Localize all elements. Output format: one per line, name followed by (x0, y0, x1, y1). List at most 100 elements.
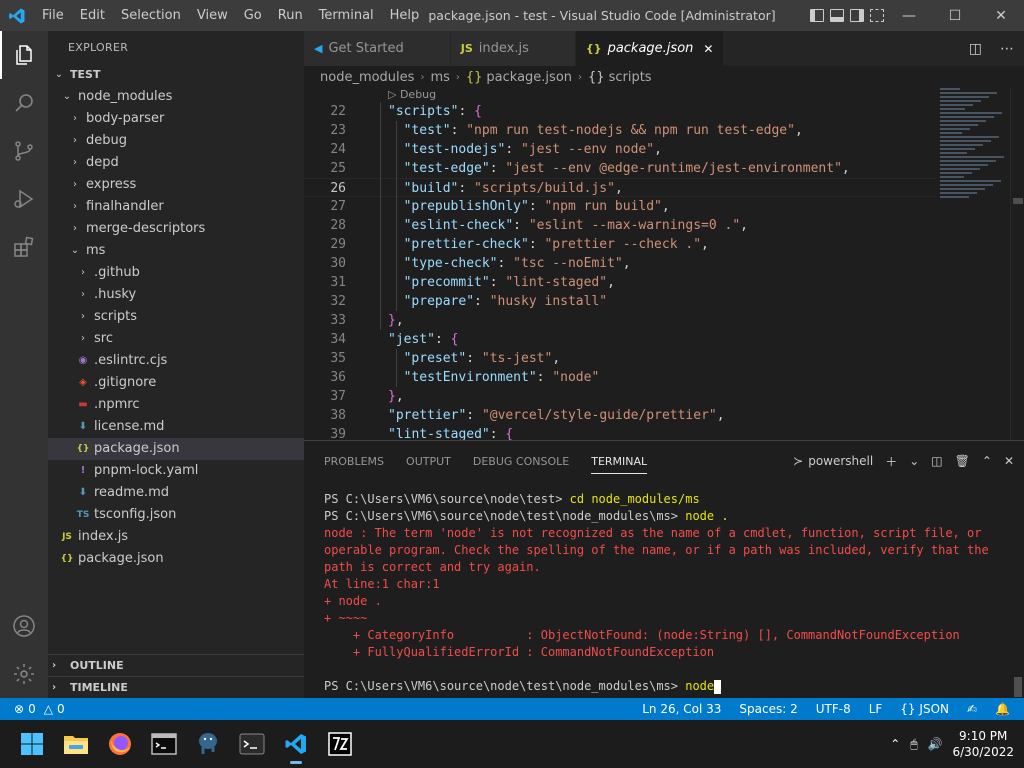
tree-item[interactable]: ⌄ ms (48, 240, 304, 262)
explorer-icon[interactable] (0, 31, 48, 79)
windows-start-icon[interactable] (10, 722, 54, 766)
network-icon[interactable]: 🖱 (910, 737, 917, 752)
tree-item[interactable]: ◉ .eslintrc.cjs (48, 350, 304, 372)
manage-gear-icon[interactable] (0, 650, 48, 698)
tree-item[interactable]: › .github (48, 262, 304, 284)
show-hidden-icons-icon[interactable]: ⌃ (890, 737, 900, 751)
indentation[interactable]: Spaces: 2 (739, 702, 797, 716)
problems-status[interactable]: ⊗ 0 △ 0 (0, 702, 65, 716)
tab-index-js[interactable]: JS index.js (450, 31, 576, 66)
outline-section[interactable]: › OUTLINE (48, 654, 304, 676)
json-icon: {} (465, 69, 483, 85)
terminal-output[interactable]: PS C:\Users\VM6\source\node\test> cd nod… (324, 491, 1004, 695)
scrollbar-thumb[interactable] (1013, 198, 1023, 204)
tree-item[interactable]: › finalhandler (48, 196, 304, 218)
tree-item[interactable]: › merge-descriptors (48, 218, 304, 240)
toggle-secondary-sidebar-icon[interactable] (850, 9, 864, 22)
activity-bar (0, 31, 48, 698)
tab-package-json[interactable]: {} package.json ✕ (575, 31, 725, 66)
maximize-button[interactable]: ☐ (932, 0, 978, 31)
postgresql-icon[interactable] (186, 722, 230, 766)
terminal-app-icon[interactable] (230, 722, 274, 766)
new-terminal-icon[interactable]: ＋ (885, 453, 897, 470)
workspace-root[interactable]: ⌄ TEST (48, 64, 304, 86)
source-control-icon[interactable] (0, 127, 48, 175)
tree-item[interactable]: › scripts (48, 306, 304, 328)
toggle-sidebar-icon[interactable] (810, 9, 824, 22)
tree-item[interactable]: JS index.js (48, 526, 304, 548)
split-terminal-icon[interactable]: ◫ (931, 454, 942, 468)
timeline-section[interactable]: › TIMELINE (48, 676, 304, 698)
menu-file[interactable]: File (34, 0, 72, 31)
chevron-down-icon[interactable]: ⌄ (909, 454, 919, 468)
json-value: "prettier --check ." (544, 237, 702, 252)
toggle-panel-icon[interactable] (830, 9, 844, 22)
menu-go[interactable]: Go (236, 0, 270, 31)
split-editor-icon[interactable]: ◫ (969, 41, 982, 57)
tree-item[interactable]: ◈ .gitignore (48, 372, 304, 394)
trash-icon[interactable]: 🗑 (955, 454, 970, 468)
panel-tab-debug-console[interactable]: DEBUG CONSOLE (473, 455, 569, 468)
file-explorer-icon[interactable] (54, 722, 98, 766)
tree-item[interactable]: › depd (48, 152, 304, 174)
tree-item[interactable]: › body-parser (48, 108, 304, 130)
code-text: "preset": "ts-jest", (404, 349, 561, 368)
tree-item[interactable]: ⬇ license.md (48, 416, 304, 438)
feedback-icon[interactable]: ✍ (967, 702, 977, 716)
close-tab-icon[interactable]: ✕ (703, 42, 713, 56)
encoding[interactable]: UTF-8 (816, 702, 851, 716)
tree-item[interactable]: ▬ .npmrc (48, 394, 304, 416)
panel-tab-problems[interactable]: PROBLEMS (324, 455, 384, 468)
menu-selection[interactable]: Selection (113, 0, 189, 31)
7zip-icon[interactable] (318, 722, 362, 766)
tree-item[interactable]: › debug (48, 130, 304, 152)
vscode-taskbar-icon[interactable] (274, 722, 318, 766)
close-window-button[interactable]: ✕ (978, 0, 1024, 31)
volume-icon[interactable]: 🔊 (928, 737, 943, 751)
extensions-icon[interactable] (0, 223, 48, 271)
menu-run[interactable]: Run (270, 0, 311, 31)
minimap[interactable] (940, 88, 1010, 208)
command-prompt-icon[interactable] (142, 722, 186, 766)
menu-terminal[interactable]: Terminal (311, 0, 382, 31)
menu-edit[interactable]: Edit (72, 0, 113, 31)
tree-item[interactable]: ⌄ node_modules (48, 86, 304, 108)
code-text: "lint-staged": { (388, 425, 513, 440)
close-panel-icon[interactable]: ✕ (1004, 454, 1014, 468)
tree-item[interactable]: {} package.json (48, 548, 304, 570)
tree-item[interactable]: › express (48, 174, 304, 196)
breadcrumb-item[interactable]: package.json (486, 70, 572, 85)
debug-codelens[interactable]: ▷ Debug (388, 88, 436, 102)
clock[interactable]: 9:10 PM 6/30/2022 (952, 728, 1014, 760)
breadcrumb-item[interactable]: node_modules (320, 70, 414, 85)
run-debug-icon[interactable] (0, 175, 48, 223)
terminal-profile[interactable]: ≻ powershell (793, 454, 873, 468)
breadcrumb-item[interactable]: ms (430, 70, 449, 85)
end-of-line[interactable]: LF (869, 702, 883, 716)
tree-item[interactable]: › .husky (48, 284, 304, 306)
editor-scrollbar[interactable] (1010, 88, 1024, 440)
tab-get-started[interactable]: ◀ Get Started (304, 31, 451, 66)
tree-item[interactable]: ! pnpm-lock.yaml (48, 460, 304, 482)
search-icon[interactable] (0, 79, 48, 127)
panel-tab-output[interactable]: OUTPUT (406, 455, 451, 468)
terminal-scrollbar[interactable] (1014, 677, 1022, 697)
language-mode[interactable]: {} JSON (900, 702, 949, 716)
tree-item[interactable]: TS tsconfig.json (48, 504, 304, 526)
minimize-button[interactable]: — (886, 0, 932, 31)
tree-item[interactable]: {} package.json (48, 438, 304, 460)
more-actions-icon[interactable]: ⋯ (1000, 41, 1014, 57)
tree-item[interactable]: ⬇ readme.md (48, 482, 304, 504)
panel-tab-terminal[interactable]: TERMINAL (591, 455, 648, 474)
breadcrumb-item[interactable]: scripts (609, 70, 652, 85)
customize-layout-icon[interactable] (870, 9, 884, 22)
maximize-panel-icon[interactable]: ⌃ (982, 454, 992, 468)
firefox-icon[interactable] (98, 722, 142, 766)
notifications-bell-icon[interactable]: 🔔 (995, 702, 1010, 716)
accounts-icon[interactable] (0, 602, 48, 650)
menu-view[interactable]: View (189, 0, 236, 31)
menu-help[interactable]: Help (382, 0, 428, 31)
tree-item[interactable]: › src (48, 328, 304, 350)
code-editor[interactable]: ▷ Debug 22 "scripts": {23 "test": "npm run… (304, 88, 1024, 440)
cursor-position[interactable]: Ln 26, Col 33 (642, 702, 721, 716)
